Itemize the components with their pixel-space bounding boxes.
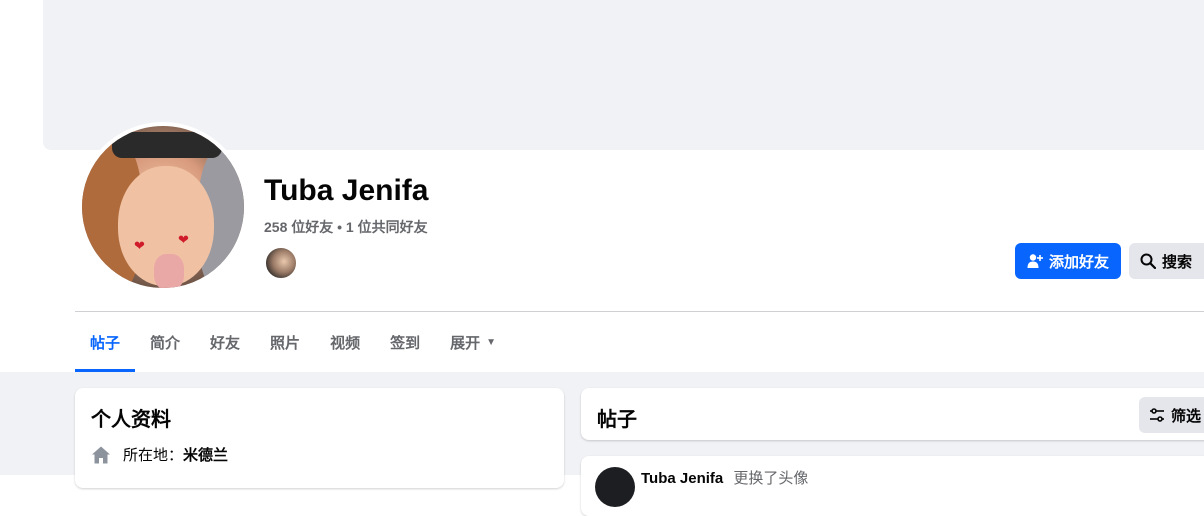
post-author-avatar[interactable] (595, 467, 635, 507)
tab-photos[interactable]: 照片 (255, 312, 315, 372)
add-friend-button[interactable]: 添加好友 (1015, 243, 1121, 279)
post-card: Tuba Jenifa 更换了头像 (581, 456, 1204, 516)
add-friend-label: 添加好友 (1049, 253, 1110, 271)
filter-label: 筛选 (1171, 407, 1202, 425)
tab-friends[interactable]: 好友 (195, 312, 255, 372)
tab-check-ins[interactable]: 签到 (375, 312, 435, 372)
tab-more[interactable]: 展开 ▼ (435, 312, 511, 372)
profile-tabs: 帖子 简介 好友 照片 视频 签到 展开 ▼ (75, 312, 511, 372)
posts-title: 帖子 (597, 409, 637, 431)
post-author[interactable]: Tuba Jenifa (641, 470, 723, 487)
location-row: 所在地： 米德兰 (91, 444, 228, 465)
caret-down-icon: ▼ (486, 336, 497, 348)
posts-header-card: 帖子 筛选 (581, 388, 1204, 440)
filter-icon (1150, 408, 1164, 422)
filter-button[interactable]: 筛选 (1139, 397, 1204, 433)
search-label: 搜索 (1162, 253, 1193, 271)
search-icon (1140, 253, 1156, 269)
post-action: 更换了头像 (733, 470, 809, 487)
cover-photo[interactable] (43, 0, 1204, 150)
friends-count[interactable]: 258 位好友 • 1 位共同好友 (264, 217, 428, 237)
tab-posts[interactable]: 帖子 (75, 312, 136, 372)
profile-name: Tuba Jenifa (264, 174, 429, 207)
location-value[interactable]: 米德兰 (183, 444, 228, 465)
tab-videos[interactable]: 视频 (315, 312, 375, 372)
search-button[interactable]: 搜索 (1129, 243, 1204, 279)
intro-card: 个人资料 所在地： 米德兰 (75, 388, 564, 488)
add-friend-icon (1027, 254, 1043, 268)
mutual-friend-avatar[interactable] (264, 246, 298, 280)
home-icon (92, 446, 110, 463)
location-label: 所在地： (123, 447, 184, 464)
profile-avatar[interactable]: ❤ ❤ (78, 122, 248, 292)
tab-about[interactable]: 简介 (135, 312, 195, 372)
intro-title: 个人资料 (91, 409, 171, 431)
post-header: Tuba Jenifa 更换了头像 (641, 467, 808, 488)
